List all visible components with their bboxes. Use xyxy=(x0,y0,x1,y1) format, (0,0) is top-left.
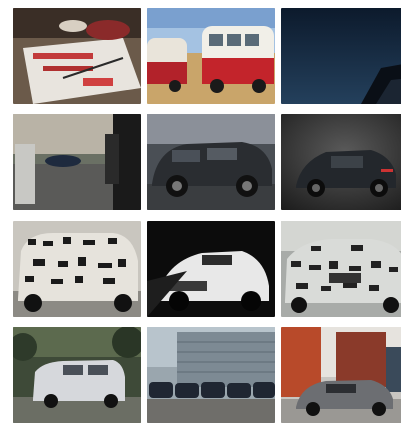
gallery-tile-parked-cars[interactable] xyxy=(147,327,275,423)
gallery-tile-camo-suv-front[interactable] xyxy=(13,221,141,317)
gallery-tile-white-crossover[interactable] xyxy=(147,221,275,317)
gallery-tile-van-foliage[interactable] xyxy=(13,327,141,423)
gallery-tile-vans[interactable] xyxy=(147,8,275,104)
gallery-tile-desk[interactable] xyxy=(13,8,141,104)
gallery-tile-camo-suv-road[interactable] xyxy=(147,114,275,210)
gallery-tile-track[interactable] xyxy=(13,114,141,210)
gallery-tile-grey-hatchback[interactable] xyxy=(281,327,401,423)
gallery-tile-sky[interactable] xyxy=(281,8,401,104)
image-gallery xyxy=(0,0,401,423)
gallery-tile-dark-hatchback[interactable] xyxy=(281,114,401,210)
gallery-tile-camo-sedan[interactable] xyxy=(281,221,401,317)
